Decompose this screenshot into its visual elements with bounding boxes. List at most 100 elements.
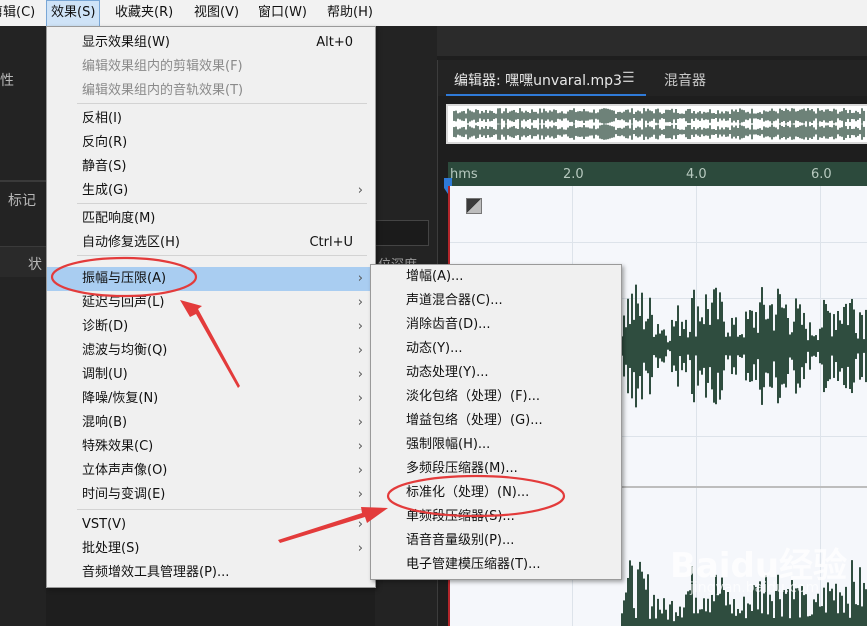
waveform-overview[interactable] <box>446 104 867 144</box>
submenu-arrow-icon: › <box>357 319 363 334</box>
effects-menu: 显示效果组(W) Alt+0 编辑效果组内的剪辑效果(F) 编辑效果组内的音轨效果(T… <box>46 26 376 588</box>
amplitude-submenu-item[interactable]: 强制限幅(H)... <box>371 433 621 457</box>
submenu-arrow-icon: › <box>357 541 363 556</box>
tick-label: hms <box>450 167 478 182</box>
menu-edit[interactable]: 剪辑(C) <box>0 0 39 26</box>
menu-view[interactable]: 视图(V) <box>190 0 243 26</box>
effects-menu-item[interactable]: 立体声声像(O) › <box>47 459 375 483</box>
menu-item-label: 消除齿音(D)... <box>406 317 491 332</box>
effects-menu-item[interactable]: 反相(I) <box>47 107 375 131</box>
editor-tabs: 编辑器: 嘿嘿unvaral.mp3 ☰ 混音器 <box>438 60 867 96</box>
menu-separator <box>77 509 367 510</box>
menu-item-label: 电子管建模压缩器(T)... <box>406 557 541 572</box>
effects-menu-item[interactable]: 自动修复选区(H) Ctrl+U <box>47 231 375 255</box>
menu-item-label: 立体声声像(O) <box>82 463 168 478</box>
menu-item-label: 强制限幅(H)... <box>406 437 491 452</box>
submenu-arrow-icon: › <box>357 463 363 478</box>
left-panel-label-property: 性 <box>0 73 14 89</box>
effects-menu-item[interactable]: 反向(R) <box>47 131 375 155</box>
effects-menu-item[interactable]: 特殊效果(C) › <box>47 435 375 459</box>
effects-menu-item[interactable]: 延迟与回声(L) › <box>47 291 375 315</box>
panel-menu-icon[interactable]: ☰ <box>622 70 635 86</box>
effects-menu-item[interactable]: 匹配响度(M) <box>47 207 375 231</box>
submenu-arrow-icon: › <box>357 271 363 286</box>
effects-menu-item: 编辑效果组内的音轨效果(T) <box>47 79 375 103</box>
effects-menu-item: 编辑效果组内的剪辑效果(F) <box>47 55 375 79</box>
menu-item-label: 音频增效工具管理器(P)... <box>82 565 230 580</box>
menu-item-label: 延迟与回声(L) <box>82 295 165 310</box>
amplitude-submenu-item[interactable]: 淡化包络（处理）(F)... <box>371 385 621 409</box>
menu-item-label: 诊断(D) <box>82 319 129 334</box>
menu-bar: 剪辑(C) 效果(S) 收藏夹(R) 视图(V) 窗口(W) 帮助(H) <box>0 0 867 28</box>
menu-item-label: 生成(G) <box>82 183 129 198</box>
effects-menu-item[interactable]: VST(V) › <box>47 513 375 537</box>
effects-menu-item[interactable]: 静音(S) <box>47 155 375 179</box>
amplitude-submenu-item[interactable]: 动态(Y)... <box>371 337 621 361</box>
tab-editor[interactable]: 编辑器: 嘿嘿unvaral.mp3 <box>454 70 622 90</box>
menu-item-label: 单频段压缩器(S)... <box>406 509 515 524</box>
submenu-arrow-icon: › <box>357 415 363 430</box>
effects-menu-item[interactable]: 滤波与均衡(Q) › <box>47 339 375 363</box>
effects-menu-item[interactable]: 显示效果组(W) Alt+0 <box>47 31 375 55</box>
effects-menu-item[interactable]: 调制(U) › <box>47 363 375 387</box>
effects-menu-item[interactable]: 振幅与压限(A) › <box>47 267 375 291</box>
menu-item-label: 声道混合器(C)... <box>406 293 503 308</box>
markers-tab[interactable]: 标记 <box>8 190 36 210</box>
menu-item-label: 编辑效果组内的音轨效果(T) <box>82 83 244 98</box>
menu-item-label: 语音音量级别(P)... <box>406 533 515 548</box>
effects-menu-item[interactable]: 降噪/恢复(N) › <box>47 387 375 411</box>
menu-item-label: 降噪/恢复(N) <box>82 391 159 406</box>
menu-item-label: 振幅与压限(A) <box>82 271 167 286</box>
effects-menu-item[interactable]: 批处理(S) › <box>47 537 375 561</box>
menu-favorites[interactable]: 收藏夹(R) <box>111 0 177 26</box>
menu-item-label: 编辑效果组内的剪辑效果(F) <box>82 59 243 74</box>
menu-effects[interactable]: 效果(S) <box>46 0 101 28</box>
amplitude-submenu-item[interactable]: 增益包络（处理）(G)... <box>371 409 621 433</box>
submenu-arrow-icon: › <box>357 439 363 454</box>
effects-menu-item[interactable]: 音频增效工具管理器(P)... <box>47 561 375 585</box>
amplitude-submenu-item[interactable]: 消除齿音(D)... <box>371 313 621 337</box>
amplitude-submenu-item[interactable]: 单频段压缩器(S)... <box>371 505 621 529</box>
overview-waveform-svg <box>453 108 865 140</box>
menu-help[interactable]: 帮助(H) <box>323 0 377 26</box>
menu-item-label: 增幅(A)... <box>406 269 464 284</box>
menu-item-label: 自动修复选区(H) <box>82 235 180 250</box>
menu-separator <box>77 255 367 256</box>
amplitude-submenu-item[interactable]: 多频段压缩器(M)... <box>371 457 621 481</box>
amplitude-submenu-item[interactable]: 电子管建模压缩器(T)... <box>371 553 621 577</box>
files-search-box[interactable] <box>375 220 429 246</box>
amplitude-submenu-item[interactable]: 标准化（处理）(N)... <box>371 481 621 505</box>
tick-label: 2.0 <box>563 167 584 182</box>
submenu-arrow-icon: › <box>357 183 363 198</box>
menu-item-label: 混响(B) <box>82 415 128 430</box>
time-ruler[interactable]: hms 2.0 4.0 6.0 <box>448 162 867 186</box>
amplitude-submenu-item[interactable]: 语音音量级别(P)... <box>371 529 621 553</box>
amplitude-submenu-item[interactable]: 动态处理(Y)... <box>371 361 621 385</box>
menu-item-label: 淡化包络（处理）(F)... <box>406 389 541 404</box>
amplitude-submenu: 增幅(A)... 声道混合器(C)... 消除齿音(D)... 动态(Y)... 动态处… <box>370 264 622 580</box>
effects-menu-item[interactable]: 诊断(D) › <box>47 315 375 339</box>
menu-item-label: 时间与变调(E) <box>82 487 166 502</box>
active-tab-underline <box>446 94 646 96</box>
effects-menu-item[interactable]: 混响(B) › <box>47 411 375 435</box>
menu-item-shortcut: Ctrl+U <box>309 235 353 250</box>
effects-menu-item[interactable]: 时间与变调(E) › <box>47 483 375 507</box>
amplitude-submenu-item[interactable]: 增幅(A)... <box>371 265 621 289</box>
menu-item-label: 增益包络（处理）(G)... <box>406 413 543 428</box>
menu-item-label: 标准化（处理）(N)... <box>406 485 530 500</box>
status-column-header: 状 <box>28 257 42 273</box>
menu-item-label: VST(V) <box>82 517 127 532</box>
submenu-arrow-icon: › <box>357 517 363 532</box>
effects-menu-item[interactable]: 生成(G) › <box>47 179 375 203</box>
submenu-arrow-icon: › <box>357 367 363 382</box>
menu-item-label: 调制(U) <box>82 367 128 382</box>
submenu-arrow-icon: › <box>357 343 363 358</box>
menu-item-label: 特殊效果(C) <box>82 439 154 454</box>
submenu-arrow-icon: › <box>357 295 363 310</box>
menu-window[interactable]: 窗口(W) <box>254 0 311 26</box>
menu-item-label: 静音(S) <box>82 159 127 174</box>
menu-item-label: 动态(Y)... <box>406 341 463 356</box>
left-divider <box>0 180 46 182</box>
tab-mixer[interactable]: 混音器 <box>664 70 706 90</box>
amplitude-submenu-item[interactable]: 声道混合器(C)... <box>371 289 621 313</box>
